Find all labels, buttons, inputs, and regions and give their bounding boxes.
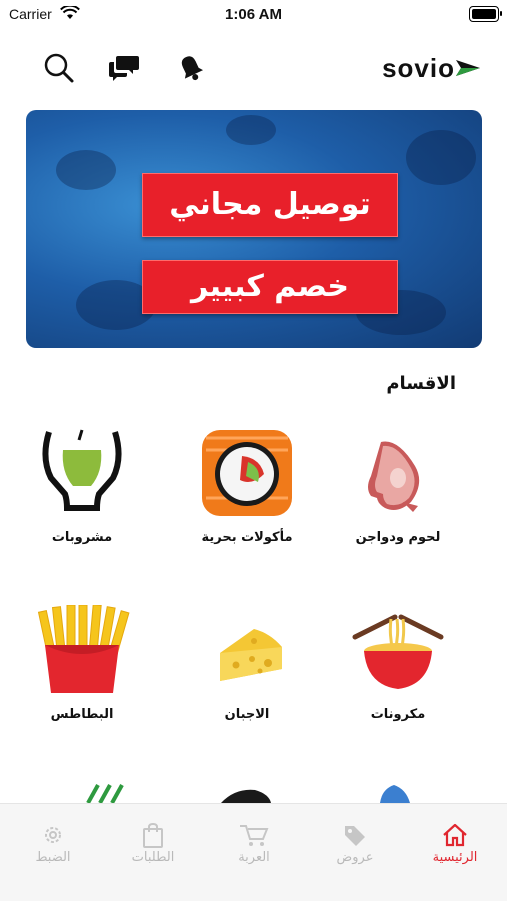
category-partial-icon: [86, 784, 124, 803]
chat-icon[interactable]: [108, 52, 140, 84]
tab-offers[interactable]: عروض: [310, 820, 400, 865]
category-partial-icon: [380, 785, 410, 803]
category-partial-icon: [221, 789, 271, 803]
brand-logo: sovio: [382, 52, 481, 83]
category-potatoes[interactable]: البطاطس: [12, 604, 152, 722]
drink-icon: [27, 428, 137, 518]
tab-label: الرئيسية: [432, 850, 478, 865]
logo-text: sovio: [382, 52, 455, 83]
tab-settings[interactable]: الضبط: [8, 820, 98, 865]
category-label: مأكولات بحرية: [201, 530, 293, 545]
search-icon[interactable]: [43, 52, 75, 84]
category-label: مكرونات: [370, 707, 426, 722]
battery-icon: [469, 6, 502, 22]
category-label: البطاطس: [50, 707, 114, 722]
category-label: مشروبات: [51, 530, 113, 545]
banner-line-discount: خصم كبيير: [142, 260, 398, 314]
category-drinks[interactable]: مشروبات: [12, 428, 152, 545]
bottom-tab-bar: الرئيسية عروض العربة الطلبات الضبط: [0, 803, 507, 901]
top-bar: sovio: [0, 44, 507, 94]
tab-orders[interactable]: الطلبات: [108, 820, 198, 865]
tab-home[interactable]: الرئيسية: [410, 820, 500, 865]
bag-icon: [143, 822, 163, 848]
home-icon: [443, 823, 467, 847]
tab-cart[interactable]: العربة: [209, 820, 299, 865]
category-seafood[interactable]: مأكولات بحرية: [177, 428, 317, 545]
category-cheese[interactable]: الاجبان: [177, 605, 317, 722]
cart-icon: [240, 825, 269, 846]
cheese-icon: [192, 605, 302, 695]
clock: 1:06 AM: [225, 6, 282, 23]
fries-icon: [27, 604, 137, 695]
noodles-icon: [343, 605, 453, 695]
category-meat[interactable]: لحوم ودواجن: [328, 428, 468, 545]
sushi-icon: [192, 428, 302, 518]
tab-label: الطلبات: [131, 850, 175, 865]
banner-line-free-delivery: توصيل مجاني: [142, 173, 398, 237]
gear-icon: [45, 827, 61, 843]
tab-label: العربة: [238, 850, 270, 865]
category-label: لحوم ودواجن: [355, 530, 441, 545]
categories-title: الاقسام: [386, 373, 456, 394]
meat-icon: [343, 428, 453, 518]
logo-arrow-icon: [456, 60, 480, 76]
bell-icon[interactable]: [175, 52, 207, 84]
category-label: الاجبان: [224, 707, 270, 722]
status-bar: Carrier 1:06 AM: [0, 0, 507, 30]
promo-banner[interactable]: توصيل مجاني خصم كبيير: [26, 110, 482, 348]
tab-label: الضبط: [35, 850, 71, 865]
tab-label: عروض: [336, 850, 374, 865]
category-pasta[interactable]: مكرونات: [328, 605, 468, 722]
tag-icon: [345, 826, 365, 846]
